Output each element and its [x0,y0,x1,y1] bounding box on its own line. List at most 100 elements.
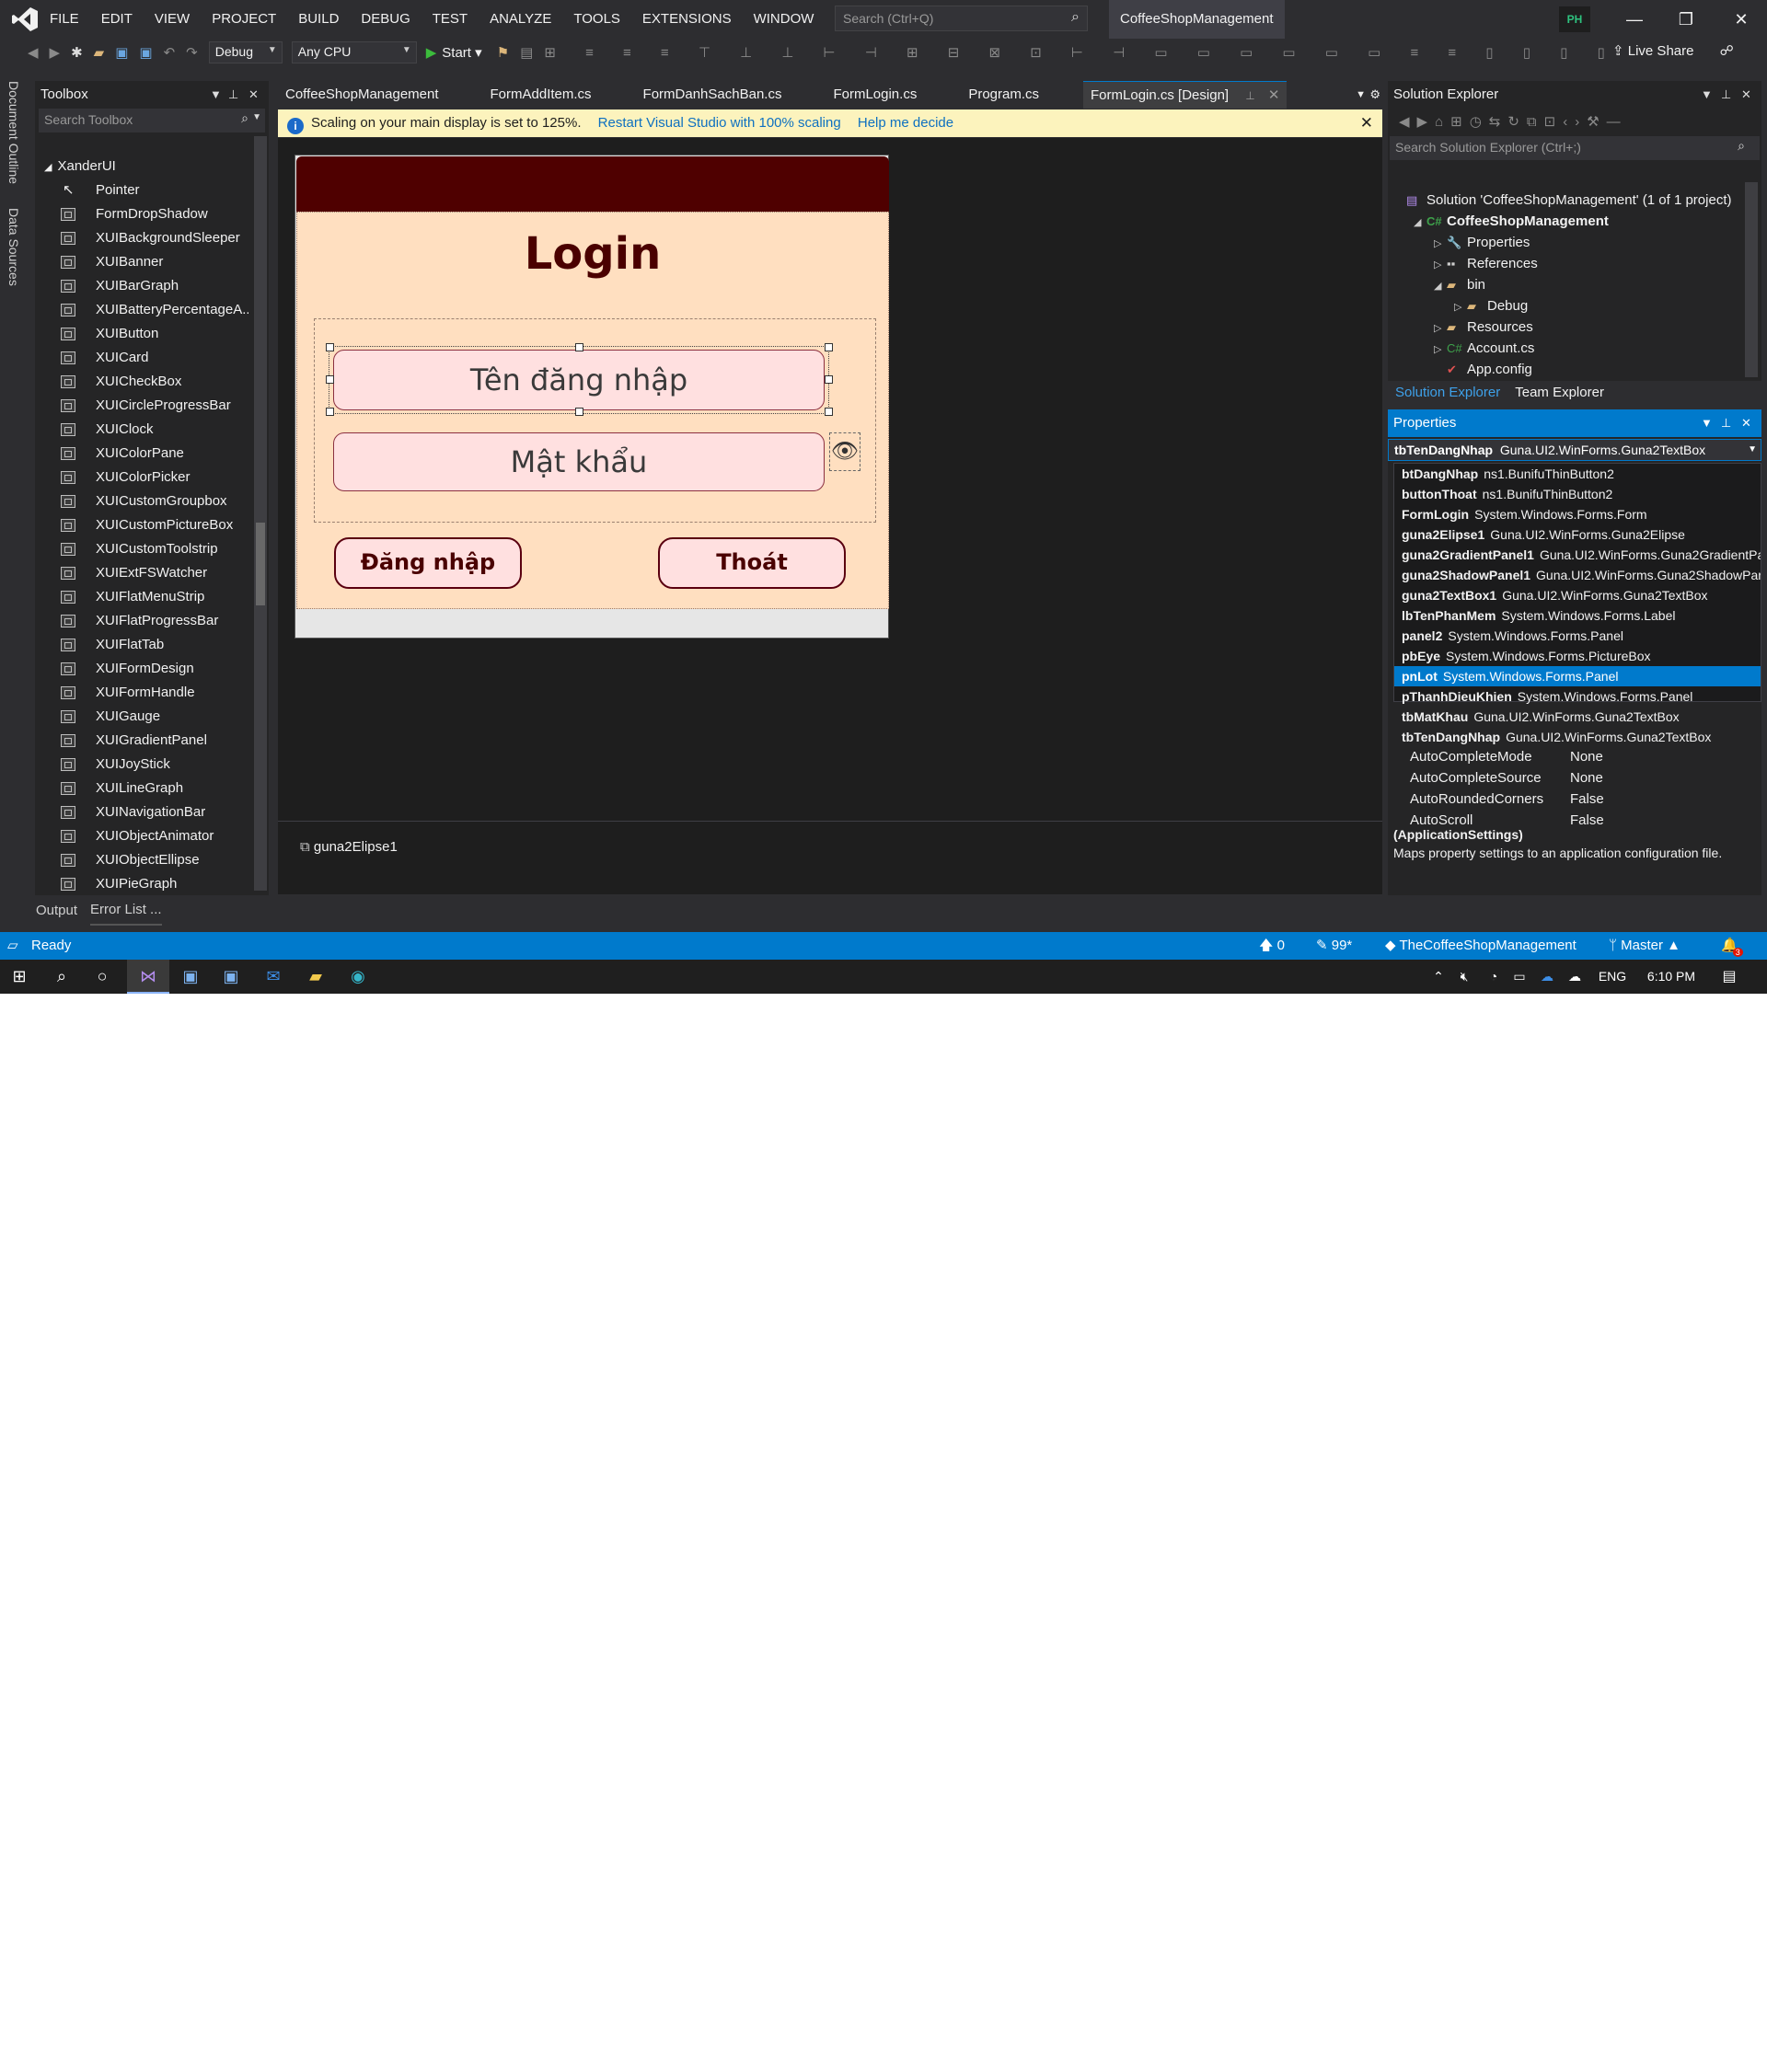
tab-formdanhsachban[interactable]: FormDanhSachBan.cs [636,81,790,109]
property-row[interactable]: AutoCompleteSource None [1388,767,1756,789]
menu-test[interactable]: TEST [422,0,479,39]
menu-debug[interactable]: DEBUG [350,0,421,39]
component-guna2elipse1[interactable]: ⧉ guna2Elipse1 [300,839,398,855]
restore-icon[interactable]: ❐ [1660,0,1712,39]
object-option[interactable]: pnLot System.Windows.Forms.Panel [1394,666,1761,686]
tree-node[interactable]: ◢ C# CoffeeShopManagement [1414,211,1609,232]
window-position-icon[interactable]: ▼ [1701,409,1713,437]
property-value[interactable]: None [1570,767,1603,789]
tab-output[interactable]: Output [36,897,77,925]
tab-error-list[interactable]: Error List ... [90,896,162,926]
windows-start-icon[interactable]: ⊞ [0,960,39,994]
minimize-icon[interactable]: — [1609,0,1660,39]
username-textbox[interactable]: Tên đăng nhập [333,350,825,410]
menu-project[interactable]: PROJECT [201,0,287,39]
gear-icon[interactable]: ⚙ [1369,87,1380,102]
tab-team-explorer[interactable]: Team Explorer [1507,381,1611,405]
pin-icon[interactable]: ⊥ [1245,89,1254,102]
object-option[interactable]: buttonThoat ns1.BunifuThinButton2 [1394,484,1761,504]
chevron-up-icon[interactable]: ⌃ [1428,960,1449,994]
tab-program-cs[interactable]: Program.cs [961,81,1046,109]
start-button[interactable]: ▶ Start ▾ [426,44,482,61]
save-all-icon[interactable]: ▣ [139,44,152,61]
edge-icon[interactable]: ◉ [339,960,377,994]
resize-handle[interactable] [326,375,334,384]
close-icon[interactable]: ✕ [1360,109,1373,137]
close-tab-icon[interactable]: ✕ [1268,87,1280,103]
object-option[interactable]: FormLogin System.Windows.Forms.Form [1394,504,1761,524]
property-row[interactable]: AutoCompleteMode None [1388,746,1756,767]
tree-node[interactable]: ▷ C# Account.cs [1434,338,1534,359]
help-me-decide-link[interactable]: Help me decide [858,115,953,131]
toolbox-item[interactable]: XUIBarGraph [35,274,248,298]
toolbox-item[interactable]: XUIFlatMenuStrip [35,585,248,609]
tab-document-outline[interactable]: Document Outline [6,81,21,184]
expand-icon[interactable]: ◢ [1414,213,1426,234]
language-indicator[interactable]: ENG [1592,960,1633,994]
property-value[interactable]: False [1570,789,1604,810]
toolbox-item[interactable]: XUIButton [35,322,248,346]
toolbox-item[interactable]: XUICheckBox [35,370,248,394]
tab-coffeeshopmanagement[interactable]: CoffeeShopManagement [278,81,446,109]
object-option[interactable]: tbTenDangNhap Guna.UI2.WinForms.Guna2Text… [1394,727,1761,747]
object-selector[interactable]: tbTenDangNhap Guna.UI2.WinForms.Guna2Tex… [1388,439,1761,461]
resize-handle[interactable] [575,408,583,416]
menu-tools[interactable]: TOOLS [562,0,631,39]
search-icon[interactable]: ⌕ [42,960,81,994]
restart-scaling-link[interactable]: Restart Visual Studio with 100% scaling [598,115,841,131]
expand-icon[interactable]: ◢ [1434,276,1447,297]
toolbox-item[interactable]: XUIColorPane [35,442,248,466]
search-input[interactable]: Search (Ctrl+Q) ⌕ [835,6,1088,31]
toolbox-item[interactable]: XUIFlatTab [35,633,248,657]
object-option[interactable]: guna2TextBox1 Guna.UI2.WinForms.Guna2Text… [1394,585,1761,605]
toolbox-item[interactable]: XUIExtFSWatcher [35,561,248,585]
menu-edit[interactable]: EDIT [90,0,144,39]
resize-handle[interactable] [326,408,334,416]
tree-node[interactable]: ✔ App.config [1434,359,1532,380]
toolbox-item[interactable]: XUINavigationBar [35,800,248,824]
menu-window[interactable]: WINDOW [743,0,826,39]
toolbox-item[interactable]: XUIBackgroundSleeper [35,226,248,250]
onedrive-icon[interactable]: ☁ [1535,960,1559,994]
toolbox-item[interactable]: XUIPieGraph [35,872,248,896]
toolbox-scrollbar[interactable] [254,136,267,891]
toolbox-item[interactable]: XUIGradientPanel [35,729,248,753]
menu-file[interactable]: FILE [39,0,90,39]
push-icon[interactable]: 🡅 0 [1259,932,1285,960]
tree-node[interactable]: ▷ ▰ Debug [1454,295,1528,317]
object-option[interactable]: btDangNhap ns1.BunifuThinButton2 [1394,464,1761,484]
redo-icon[interactable]: ↷ [186,44,198,61]
tree-node[interactable]: ▷ 🔧 Properties [1434,232,1530,253]
pin-icon[interactable]: ⊥ [1721,409,1731,437]
expand-icon[interactable]: ▷ [1434,340,1447,361]
solution-explorer-toolbar[interactable]: ◀▶⌂⊞◷⇆↻⧉⊡‹›⚒— [1388,109,1761,136]
expand-icon[interactable]: ▷ [1454,297,1467,318]
toolbox-item[interactable]: XUIBatteryPercentageA... [35,298,248,322]
object-option[interactable]: pThanhDieuKhien System.Windows.Forms.Pane… [1394,686,1761,707]
toolbox-item[interactable]: XUIGauge [35,705,248,729]
object-option[interactable]: panel2 System.Windows.Forms.Panel [1394,626,1761,646]
toolbox-item[interactable]: XUICard [35,346,248,370]
tree-node[interactable]: ▷ ▪▪ References [1434,253,1538,274]
toolbox-item[interactable]: XUIFormHandle [35,681,248,705]
visual-studio-logo-icon[interactable] [11,6,39,32]
avatar[interactable]: PH [1559,6,1590,32]
resize-handle[interactable] [825,343,833,351]
tab-formadditem[interactable]: FormAddItem.cs [483,81,599,109]
tab-formlogin-cs[interactable]: FormLogin.cs [826,81,924,109]
toolbox-search-input[interactable]: Search Toolbox ⌕ ▼ [39,109,265,132]
toolbox-item[interactable]: XUIJoyStick [35,753,248,777]
solution-explorer-scrollbar[interactable] [1745,182,1758,377]
tree-node[interactable]: ◢ ▰ bin [1434,274,1485,295]
toolbox-item[interactable]: XUIObjectAnimator [35,824,248,848]
undo-icon[interactable]: ↶ [164,44,176,61]
back-icon[interactable]: ◀ [28,44,39,61]
close-icon[interactable]: ✕ [248,81,259,109]
app-taskbar-icon[interactable]: ▣ [212,960,250,994]
object-option[interactable]: guna2Elipse1 Guna.UI2.WinForms.Guna2Elips… [1394,524,1761,545]
pin-icon[interactable]: ⊥ [1721,81,1731,109]
window-position-icon[interactable]: ▼ [210,81,222,109]
open-icon[interactable]: ▰ [94,44,105,61]
repository-icon[interactable]: ◆ TheCoffeeShopManagement [1385,932,1576,960]
toolbox-item[interactable]: XUIFormDesign [35,657,248,681]
